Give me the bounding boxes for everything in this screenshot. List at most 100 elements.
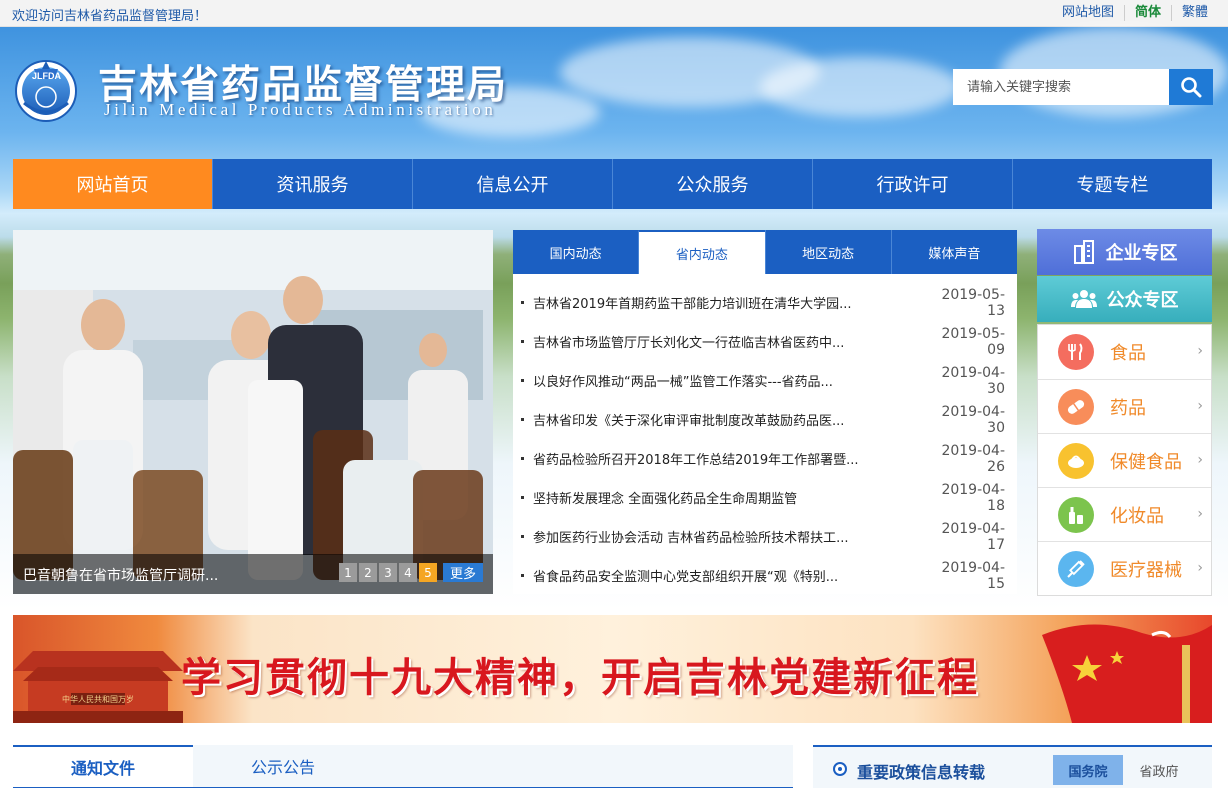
enterprise-zone-button[interactable]: 企业专区 bbox=[1037, 229, 1212, 275]
utensils-icon bbox=[1058, 334, 1094, 370]
cosmetics-icon bbox=[1058, 496, 1094, 533]
news-item[interactable]: 吉林省印发《关于深化审评审批制度改革鼓励药品医... 2019-04-30 bbox=[521, 400, 1005, 439]
news-title[interactable]: 省药品检验所召开2018年工作总结2019年工作部署暨... bbox=[533, 449, 925, 468]
health-food-icon bbox=[1058, 442, 1094, 479]
news-panel: 国内动态 省内动态 地区动态 媒体声音 吉林省2019年首期药监干部能力培训班在… bbox=[513, 230, 1017, 594]
tab-provincial-news[interactable]: 省内动态 bbox=[638, 230, 765, 274]
news-date: 2019-04-17 bbox=[941, 520, 1005, 553]
policy-tab-state-council[interactable]: 国务院 bbox=[1053, 755, 1123, 785]
news-date: 2019-04-18 bbox=[941, 481, 1005, 514]
category-food[interactable]: 食品 › bbox=[1038, 325, 1211, 379]
slide-page-3[interactable]: 3 bbox=[379, 563, 397, 582]
news-date: 2019-04-26 bbox=[941, 442, 1005, 475]
news-slideshow[interactable]: 巴音朝鲁在省市场监管厅调研... 1 2 3 4 5 更多 bbox=[13, 230, 493, 594]
logo-text: JLFDA bbox=[32, 71, 61, 81]
gate-plaque-text: 中华人民共和国万岁 bbox=[62, 694, 134, 704]
news-date: 2019-04-30 bbox=[941, 364, 1005, 397]
traditional-chinese-link[interactable]: 繁體 bbox=[1170, 5, 1218, 21]
party-building-banner[interactable]: 中华人民共和国万岁 学习贯彻十九大精神，开启吉林党建新征程 bbox=[13, 615, 1212, 723]
top-bar: 欢迎访问吉林省药品监督管理局！ 网站地图 简体 繁體 bbox=[0, 0, 1228, 27]
news-title[interactable]: 省食品药品安全监测中心党支部组织开展“观《特别... bbox=[533, 566, 925, 585]
news-item[interactable]: 参加医药行业协会活动 吉林省药品检验所技术帮扶工... 2019-04-17 bbox=[521, 517, 1005, 556]
policy-tab-provincial-government[interactable]: 省政府 bbox=[1131, 755, 1187, 785]
search-input[interactable] bbox=[953, 69, 1169, 105]
slide-page-2[interactable]: 2 bbox=[359, 563, 377, 582]
site-subtitle: Jilin Medical Products Administration bbox=[104, 100, 497, 119]
nav-public-service[interactable]: 公众服务 bbox=[612, 159, 812, 209]
news-date: 2019-04-30 bbox=[941, 403, 1005, 436]
news-item[interactable]: 吉林省市场监管厅厅长刘化文一行莅临吉林省医药中... 2019-05-09 bbox=[521, 322, 1005, 361]
slide-page-5[interactable]: 5 bbox=[419, 563, 437, 582]
top-links: 网站地图 简体 繁體 bbox=[1052, 5, 1218, 21]
main-nav: 网站首页 资讯服务 信息公开 公众服务 行政许可 专题专栏 bbox=[13, 159, 1212, 209]
slide-page-1[interactable]: 1 bbox=[339, 563, 357, 582]
tiananmen-gate-image: 中华人民共和国万岁 bbox=[13, 651, 183, 723]
category-cosmetics[interactable]: 化妆品 › bbox=[1038, 487, 1211, 541]
search-button[interactable] bbox=[1169, 69, 1213, 105]
news-title[interactable]: 吉林省印发《关于深化审评审批制度改革鼓励药品医... bbox=[533, 410, 925, 429]
tab-regional-news[interactable]: 地区动态 bbox=[764, 230, 891, 274]
welcome-text: 欢迎访问吉林省药品监督管理局！ bbox=[12, 9, 208, 24]
banner-slogan: 学习贯彻十九大精神，开启吉林党建新征程 bbox=[181, 655, 979, 701]
search-icon bbox=[1181, 77, 1202, 98]
building-icon bbox=[1073, 240, 1094, 264]
nav-admin-license[interactable]: 行政许可 bbox=[812, 159, 1012, 209]
syringe-icon bbox=[1058, 550, 1094, 587]
public-zone-button[interactable]: 公众专区 bbox=[1037, 276, 1212, 322]
target-dot-icon bbox=[833, 762, 847, 776]
tab-notice-documents[interactable]: 通知文件 bbox=[13, 745, 193, 787]
slide-pager: 1 2 3 4 5 更多 bbox=[337, 563, 483, 582]
sitemap-link[interactable]: 网站地图 bbox=[1052, 5, 1124, 21]
category-health-food[interactable]: 保健食品 › bbox=[1038, 433, 1211, 487]
chevron-right-icon: › bbox=[1197, 343, 1203, 359]
slide-page-4[interactable]: 4 bbox=[399, 563, 417, 582]
news-title[interactable]: 吉林省2019年首期药监干部能力培训班在清华大学园... bbox=[533, 293, 925, 312]
news-title[interactable]: 参加医药行业协会活动 吉林省药品检验所技术帮扶工... bbox=[533, 527, 925, 546]
policy-reprint-panel: 重要政策信息转载 国务院 省政府 bbox=[813, 745, 1212, 788]
nav-home[interactable]: 网站首页 bbox=[13, 159, 212, 209]
news-title[interactable]: 以良好作风推动“两品一械”监管工作落实---省药品... bbox=[533, 371, 925, 390]
news-date: 2019-05-13 bbox=[941, 286, 1005, 319]
news-title[interactable]: 吉林省市场监管厅厅长刘化文一行莅临吉林省医药中... bbox=[533, 332, 925, 351]
nav-info-disclosure[interactable]: 信息公开 bbox=[412, 159, 612, 209]
pill-icon bbox=[1058, 388, 1094, 425]
news-item[interactable]: 吉林省2019年首期药监干部能力培训班在清华大学园... 2019-05-13 bbox=[521, 283, 1005, 322]
people-icon bbox=[1070, 290, 1097, 308]
chevron-right-icon: › bbox=[1197, 398, 1203, 414]
category-drugs[interactable]: 药品 › bbox=[1038, 379, 1211, 433]
slide-caption-bar: 巴音朝鲁在省市场监管厅调研... 1 2 3 4 5 更多 bbox=[13, 554, 493, 594]
search-box bbox=[953, 69, 1213, 105]
category-label: 保健食品 bbox=[1110, 451, 1182, 473]
chevron-right-icon: › bbox=[1197, 506, 1203, 522]
news-item[interactable]: 以良好作风推动“两品一械”监管工作落实---省药品... 2019-04-30 bbox=[521, 361, 1005, 400]
news-item[interactable]: 坚持新发展理念 全面强化药品全生命周期监管 2019-04-18 bbox=[521, 478, 1005, 517]
chevron-right-icon: › bbox=[1197, 560, 1203, 576]
category-label: 食品 bbox=[1110, 343, 1146, 364]
news-title[interactable]: 坚持新发展理念 全面强化药品全生命周期监管 bbox=[533, 488, 925, 507]
slide-more-button[interactable]: 更多 bbox=[443, 563, 483, 582]
nav-news-service[interactable]: 资讯服务 bbox=[212, 159, 412, 209]
news-date: 2019-04-15 bbox=[941, 559, 1005, 592]
policy-title: 重要政策信息转载 bbox=[857, 763, 986, 782]
tab-public-announcements[interactable]: 公示公告 bbox=[193, 745, 373, 787]
category-label: 医疗器械 bbox=[1110, 559, 1182, 581]
slide-caption[interactable]: 巴音朝鲁在省市场监管厅调研... bbox=[23, 565, 218, 585]
news-date: 2019-05-09 bbox=[941, 325, 1005, 358]
category-label: 化妆品 bbox=[1110, 505, 1164, 527]
party-flag-image bbox=[1042, 624, 1212, 723]
nav-special-topics[interactable]: 专题专栏 bbox=[1012, 159, 1212, 209]
category-medical-devices[interactable]: 医疗器械 › bbox=[1038, 541, 1211, 595]
tab-domestic-news[interactable]: 国内动态 bbox=[513, 230, 638, 274]
news-item[interactable]: 省药品检验所召开2018年工作总结2019年工作部署暨... 2019-04-26 bbox=[521, 439, 1005, 478]
slide-photo bbox=[13, 230, 493, 594]
simplified-chinese-link[interactable]: 简体 bbox=[1123, 5, 1171, 21]
notice-tabs: 通知文件 公示公告 bbox=[13, 745, 793, 788]
public-zone-label: 公众专区 bbox=[1106, 290, 1179, 311]
agency-logo[interactable]: JLFDA bbox=[14, 57, 78, 123]
tab-media-voice[interactable]: 媒体声音 bbox=[890, 230, 1017, 274]
enterprise-zone-label: 企业专区 bbox=[1105, 243, 1178, 264]
news-tabs: 国内动态 省内动态 地区动态 媒体声音 bbox=[513, 230, 1017, 274]
news-item[interactable]: 省食品药品安全监测中心党支部组织开展“观《特别... 2019-04-15 bbox=[521, 556, 1005, 595]
chevron-right-icon: › bbox=[1197, 452, 1203, 468]
news-list: 吉林省2019年首期药监干部能力培训班在清华大学园... 2019-05-13 吉… bbox=[513, 274, 1017, 595]
